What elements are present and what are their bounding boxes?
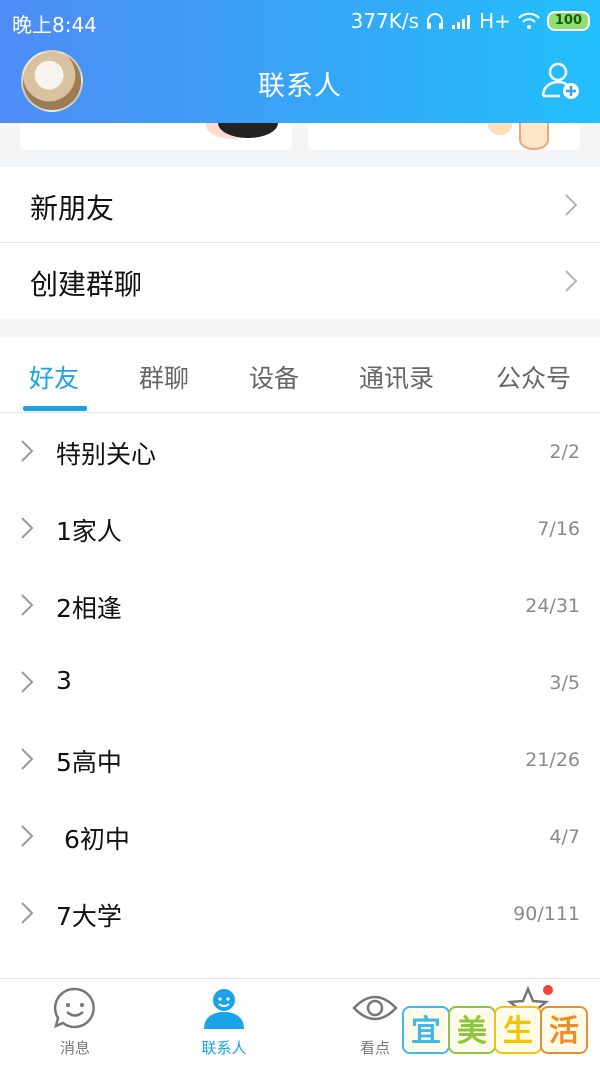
tab-friends[interactable]: 好友 — [29, 359, 79, 395]
chevron-right-icon — [21, 671, 34, 693]
group-name: 5高中 — [56, 748, 122, 777]
tab-devices[interactable]: 设备 — [249, 359, 299, 395]
network-type: H+ — [479, 9, 511, 33]
menu-item-label: 新朋友 — [30, 192, 115, 225]
chevron-right-icon — [565, 194, 578, 216]
watermark-char: 宜 — [404, 1008, 448, 1052]
group-name: 7大学 — [56, 902, 122, 931]
add-contact-icon[interactable] — [540, 60, 582, 102]
tab-group-chats[interactable]: 群聊 — [139, 359, 189, 395]
chevron-right-icon — [21, 748, 34, 770]
wifi-icon — [518, 12, 540, 29]
status-time: 晚上8:44 — [12, 13, 97, 37]
chevron-right-icon — [21, 517, 34, 539]
card-illustration-right — [488, 123, 549, 150]
signal-icon — [452, 15, 471, 29]
battery-indicator: 100 — [546, 11, 590, 31]
nav-label: 消息 — [59, 1039, 90, 1057]
menu-item-new-friends[interactable]: 新朋友 — [0, 167, 600, 243]
header-bar: 晚上8:44 377K/s H+ 100 联系人 — [0, 0, 600, 123]
active-tab-indicator — [23, 406, 87, 411]
chevron-right-icon — [21, 902, 34, 924]
group-name: 6初中 — [56, 825, 130, 854]
group-name: 2相逢 — [56, 594, 122, 623]
chevron-right-icon — [21, 440, 34, 462]
contacts-person-icon — [204, 989, 244, 1029]
group-row[interactable]: 6初中 4/7 — [0, 798, 600, 875]
group-row[interactable]: 5高中 21/26 — [0, 721, 600, 798]
menu-item-label: 创建群聊 — [30, 268, 143, 301]
contacts-tabs: 好友 群聊 设备 通讯录 公众号 — [0, 337, 600, 413]
nav-messages[interactable]: 消息 — [25, 985, 125, 1058]
card-illustration-left — [206, 123, 278, 139]
tab-address-book[interactable]: 通讯录 — [359, 359, 434, 395]
chevron-right-icon — [21, 594, 34, 616]
status-bar: 晚上8:44 377K/s H+ 100 — [0, 0, 600, 40]
chevron-right-icon — [21, 825, 34, 847]
eye-icon — [352, 995, 398, 1021]
message-bubble-icon — [53, 987, 95, 1029]
group-count: 24/31 — [525, 595, 580, 617]
group-count: 7/16 — [537, 518, 580, 540]
watermark-char: 美 — [450, 1008, 494, 1052]
group-count: 2/2 — [549, 441, 580, 463]
group-count: 21/26 — [525, 749, 580, 771]
group-count: 90/111 — [513, 903, 580, 925]
tab-official-accounts[interactable]: 公众号 — [496, 359, 571, 395]
quick-card-right[interactable] — [308, 123, 580, 150]
group-name: 3 — [56, 666, 72, 695]
group-row[interactable]: 1家人 7/16 — [0, 490, 600, 567]
page-title: 联系人 — [258, 71, 342, 102]
watermark-char: 生 — [496, 1008, 540, 1052]
nav-label: 联系人 — [201, 1039, 247, 1057]
quick-card-left[interactable] — [20, 123, 292, 150]
headphones-icon — [427, 13, 444, 29]
nav-contacts[interactable]: 联系人 — [174, 985, 274, 1058]
group-row[interactable]: 7大学 90/111 — [0, 875, 600, 952]
watermark-char: 活 — [542, 1008, 586, 1052]
status-right: 377K/s H+ 100 — [351, 9, 590, 33]
watermark-logo: 宜 美 生 活 — [404, 1008, 586, 1052]
friend-groups-list: 特别关心 2/2 1家人 7/16 2相逢 24/31 3 3/5 5高中 21… — [0, 413, 600, 978]
chevron-right-icon — [565, 270, 578, 292]
group-name: 特别关心 — [56, 440, 157, 469]
quick-cards — [0, 123, 600, 167]
group-row[interactable]: 3 3/5 — [0, 644, 600, 721]
network-speed: 377K/s — [350, 9, 420, 33]
menu-item-create-group-chat[interactable]: 创建群聊 — [0, 243, 600, 319]
notification-badge — [541, 983, 555, 997]
group-count: 4/7 — [549, 826, 580, 848]
contacts-menu: 新朋友 创建群聊 — [0, 167, 600, 319]
group-row[interactable]: 2相逢 24/31 — [0, 567, 600, 644]
group-row[interactable]: 特别关心 2/2 — [0, 413, 600, 490]
group-name: 1家人 — [56, 517, 122, 546]
group-count: 3/5 — [549, 672, 580, 694]
